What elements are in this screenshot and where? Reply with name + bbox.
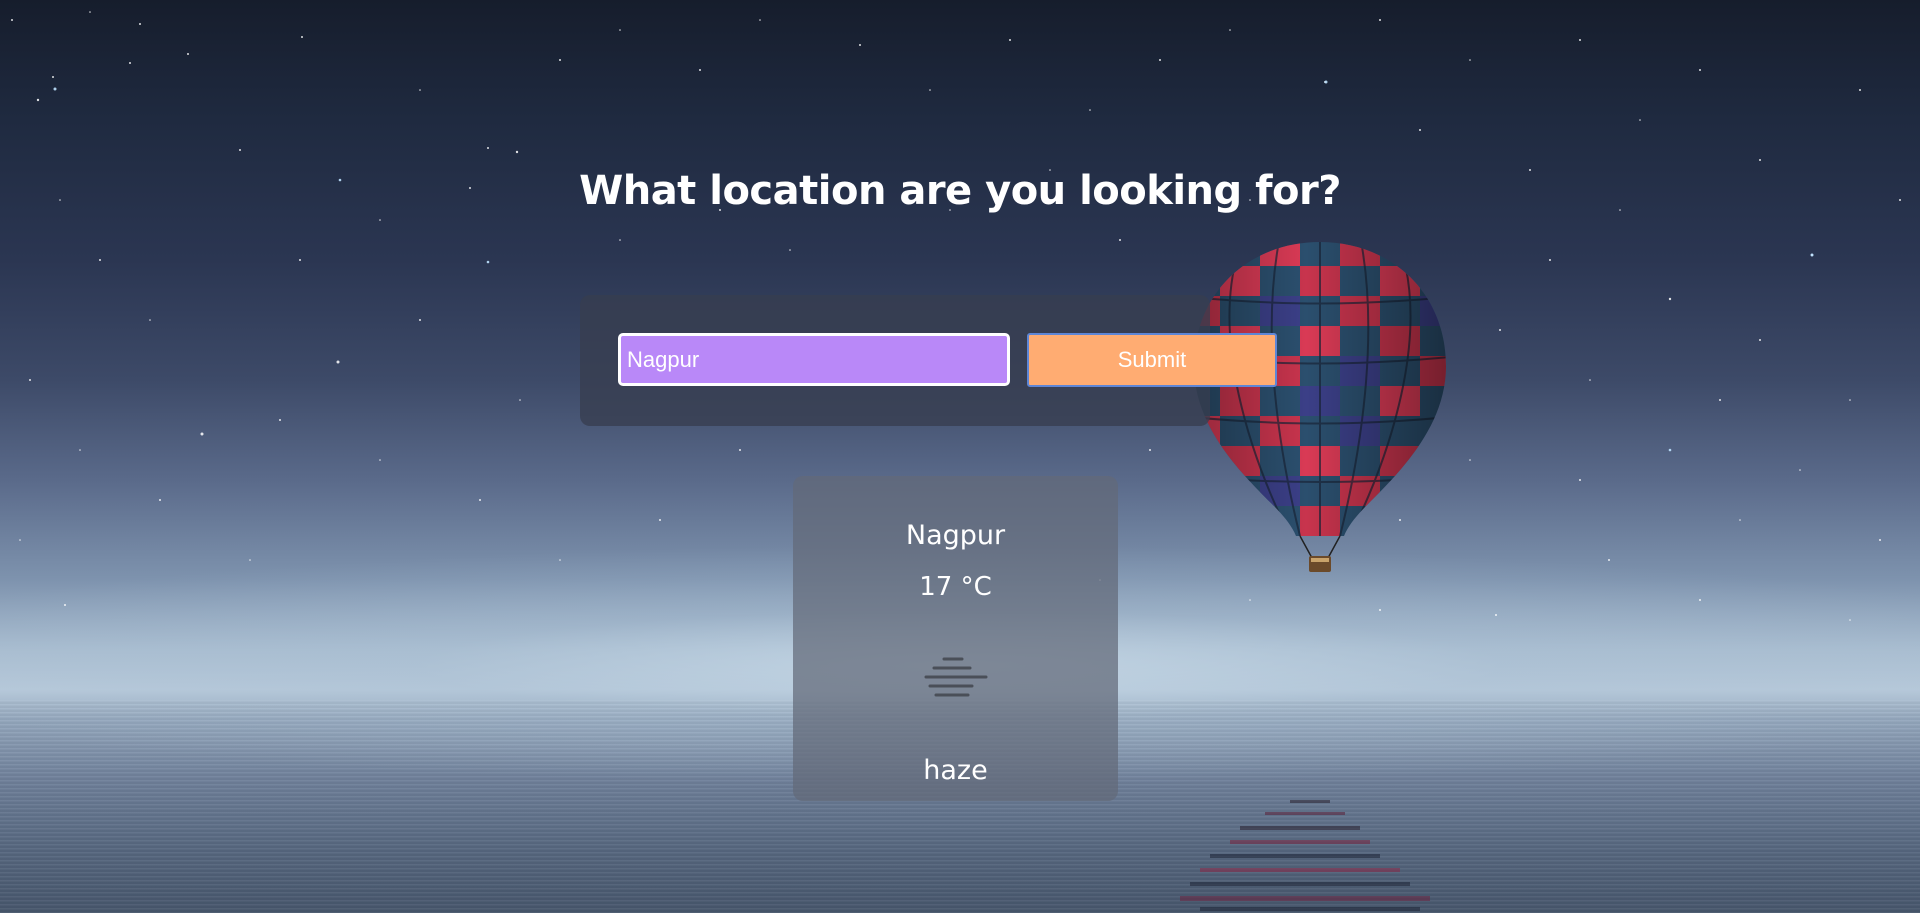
submit-button[interactable]: Submit: [1027, 333, 1277, 387]
page-title: What location are you looking for?: [579, 168, 1341, 214]
weather-condition: haze: [923, 755, 988, 786]
city-search-input[interactable]: [618, 333, 1010, 386]
weather-card: Nagpur 17 °C haze: [793, 476, 1118, 801]
balloon-reflection: [1180, 800, 1430, 911]
weather-city-name: Nagpur: [905, 520, 1006, 551]
weather-temperature: 17 °C: [919, 572, 992, 602]
hot-air-balloon-image: [1194, 242, 1446, 572]
haze-icon: [924, 657, 988, 697]
